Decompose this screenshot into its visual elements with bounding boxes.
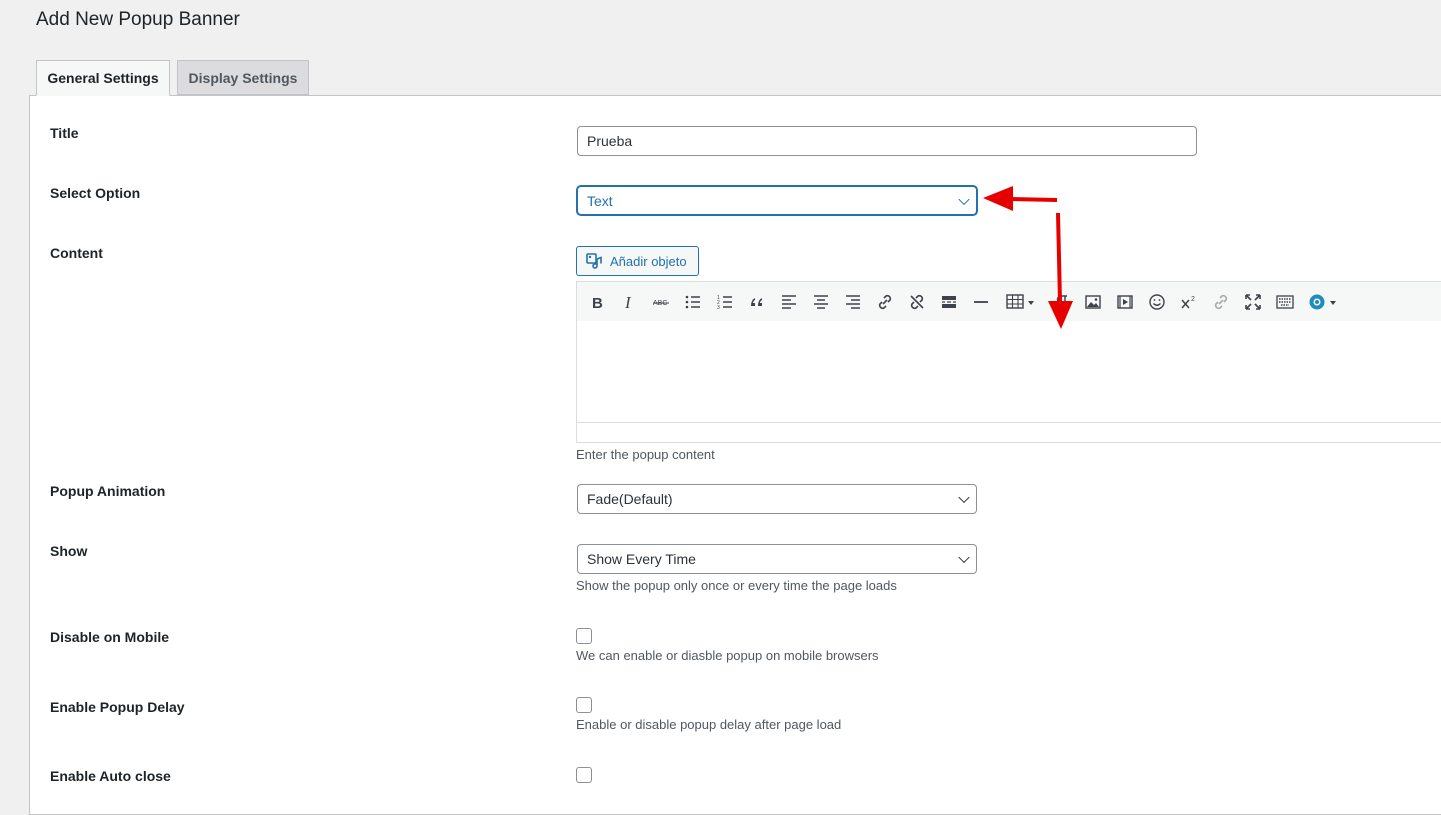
popup-delay-help-text: Enable or disable popup delay after page…: [576, 717, 842, 732]
disable-mobile-label: Disable on Mobile: [50, 629, 170, 645]
popup-delay-label: Enable Popup Delay: [50, 699, 185, 715]
show-label: Show: [50, 543, 88, 559]
keyboard-icon[interactable]: [1274, 291, 1296, 313]
show-value: Show Every Time: [587, 551, 696, 567]
select-option-dropdown[interactable]: Text: [577, 186, 977, 215]
bold-icon[interactable]: B: [586, 291, 608, 313]
show-help-text: Show the popup only once or every time t…: [576, 578, 897, 593]
content-editor[interactable]: [576, 321, 1441, 423]
content-label: Content: [50, 245, 103, 261]
page-title: Add New Popup Banner: [36, 9, 240, 30]
chevron-down-icon: [958, 491, 970, 504]
image-icon[interactable]: [1082, 291, 1104, 313]
superscript-icon[interactable]: 2: [1178, 291, 1200, 313]
svg-text:I: I: [624, 293, 632, 311]
align-right-icon[interactable]: [842, 291, 864, 313]
popup-animation-value: Fade(Default): [587, 491, 673, 507]
numbered-list-icon[interactable]: 123: [714, 291, 736, 313]
bullet-list-icon[interactable]: [682, 291, 704, 313]
fullscreen-icon[interactable]: [1242, 291, 1264, 313]
table-icon[interactable]: [1004, 291, 1038, 313]
select-option-value: Text: [587, 192, 613, 209]
auto-close-label: Enable Auto close: [50, 768, 171, 784]
auto-close-checkbox[interactable]: [576, 767, 592, 783]
add-media-button[interactable]: Añadir objeto: [576, 246, 699, 276]
media-icon[interactable]: [1114, 291, 1136, 313]
tab-display-settings[interactable]: Display Settings: [177, 60, 309, 95]
align-center-icon[interactable]: [810, 291, 832, 313]
title-input-value: Prueba: [587, 133, 633, 149]
emoji-icon[interactable]: [1146, 291, 1168, 313]
link-icon[interactable]: [874, 291, 896, 313]
show-dropdown[interactable]: Show Every Time: [577, 544, 977, 574]
add-media-label: Añadir objeto: [610, 253, 687, 269]
svg-text:3: 3: [717, 305, 720, 311]
link-alt-icon[interactable]: [1210, 291, 1232, 313]
tab-general-settings[interactable]: General Settings: [36, 60, 170, 96]
blockquote-icon[interactable]: [746, 291, 768, 313]
popup-delay-checkbox[interactable]: [576, 697, 592, 713]
chevron-down-icon: [958, 551, 970, 564]
select-option-label: Select Option: [50, 185, 141, 201]
svg-text:B: B: [592, 295, 603, 311]
add-media-icon: [586, 253, 602, 269]
title-label: Title: [50, 125, 79, 141]
popup-animation-dropdown[interactable]: Fade(Default): [577, 484, 977, 514]
italic-icon[interactable]: I: [618, 291, 640, 313]
paragraph-icon[interactable]: [1050, 291, 1072, 313]
unlink-icon[interactable]: [906, 291, 928, 313]
svg-text:2: 2: [1191, 296, 1195, 303]
chevron-down-icon: [958, 193, 970, 205]
title-input[interactable]: Prueba: [577, 126, 1197, 156]
strikethrough-icon[interactable]: ABC: [650, 291, 672, 313]
horizontal-line-icon[interactable]: [970, 291, 992, 313]
content-help-text: Enter the popup content: [576, 447, 715, 462]
editor-status-bar: [576, 422, 1441, 443]
disable-mobile-help-text: We can enable or diasble popup on mobile…: [576, 648, 879, 663]
plugin-icon[interactable]: [1306, 291, 1340, 313]
popup-animation-label: Popup Animation: [50, 483, 166, 499]
disable-mobile-checkbox[interactable]: [576, 628, 592, 644]
read-more-icon[interactable]: [938, 291, 960, 313]
editor-toolbar: B I ABC 123 2: [576, 281, 1441, 322]
align-left-icon[interactable]: [778, 291, 800, 313]
